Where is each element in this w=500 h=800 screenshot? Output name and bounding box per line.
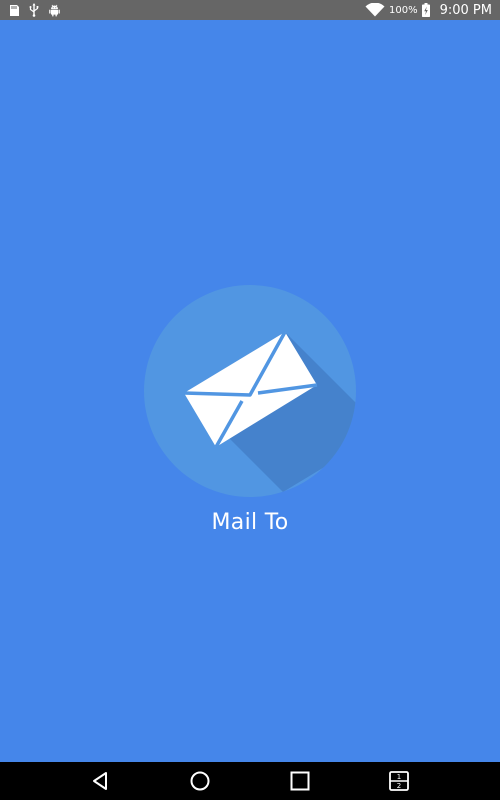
recents-icon [290, 771, 310, 791]
split-label-top: 1 [397, 773, 401, 781]
wifi-icon [365, 3, 385, 17]
split-label-bottom: 2 [397, 782, 401, 790]
status-left-icons [8, 3, 61, 17]
app-logo [144, 285, 356, 497]
battery-charging-icon [421, 3, 430, 17]
home-button[interactable] [180, 762, 220, 800]
split-screen-icon: 1 2 [389, 771, 409, 791]
sd-card-icon [8, 4, 20, 17]
back-button[interactable] [80, 762, 120, 800]
android-debug-icon [48, 4, 61, 17]
navigation-bar: 1 2 [0, 762, 500, 800]
status-clock: 9:00 PM [439, 2, 492, 18]
envelope-icon [183, 331, 356, 492]
app-title: Mail To [211, 510, 289, 535]
usb-icon [29, 3, 39, 17]
status-bar: 100% 9:00 PM [0, 0, 500, 20]
battery-percent: 100% [389, 4, 418, 16]
home-icon [190, 771, 210, 791]
back-icon [93, 772, 107, 790]
status-right-icons: 100% 9:00 PM [365, 3, 492, 18]
splash-content: Mail To [0, 20, 500, 762]
app-screen: 100% 9:00 PM Mail To 1 2 [0, 0, 500, 800]
recents-button[interactable] [280, 762, 320, 800]
split-screen-button[interactable]: 1 2 [379, 762, 419, 800]
